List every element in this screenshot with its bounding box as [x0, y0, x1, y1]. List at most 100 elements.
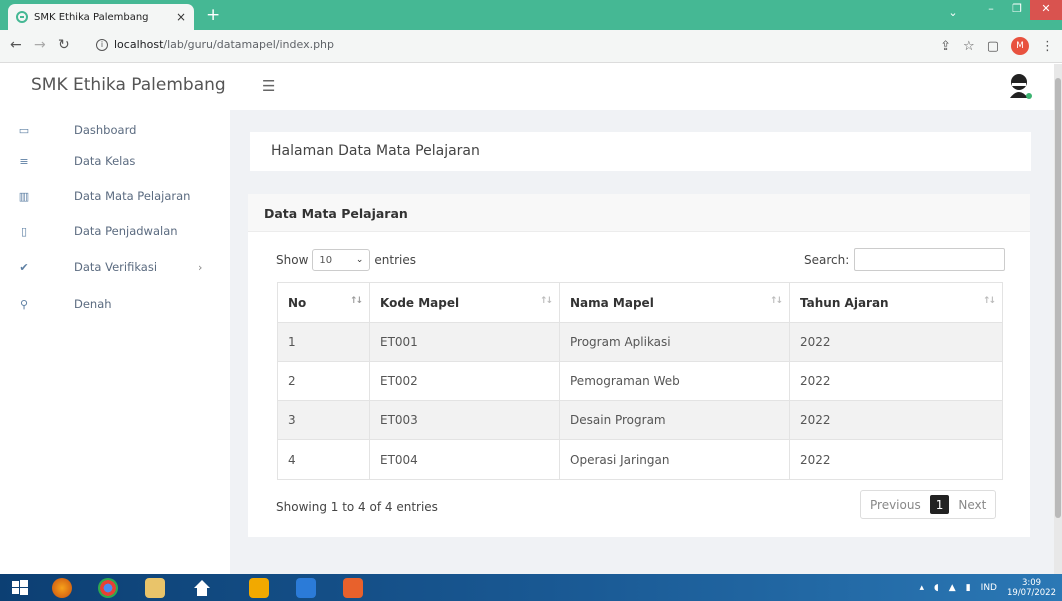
side-panel-icon[interactable]: ▢ — [987, 39, 999, 54]
sidebar-item-dashboard[interactable]: ▭ Dashboard — [0, 116, 230, 144]
cell-no: 4 — [278, 440, 370, 479]
sidebar-item-data-mata-pelajaran[interactable]: ▥ Data Mata Pelajaran — [0, 182, 230, 210]
input-language[interactable]: IND — [981, 583, 997, 593]
cell-kode-mapel: ET003 — [370, 401, 560, 439]
reload-icon[interactable]: ↻ — [58, 37, 70, 53]
cell-nama-mapel: Operasi Jaringan — [560, 440, 790, 479]
page-title: Halaman Data Mata Pelajaran — [271, 143, 480, 159]
browser-toolbar: ⇪ ☆ ▢ M ⋮ — [940, 37, 1054, 55]
brand-title[interactable]: SMK Ethika Palembang — [31, 75, 226, 95]
clock-time: 3:09 — [1021, 578, 1042, 588]
map-pin-icon: ⚲ — [19, 297, 29, 311]
bookmark-star-icon[interactable]: ☆ — [963, 39, 975, 54]
book-icon: ▥ — [18, 189, 30, 203]
tab-title: SMK Ethika Palembang — [34, 11, 149, 23]
column-header-tahun-ajaran[interactable]: Tahun Ajaran ↑↓ — [790, 283, 1002, 322]
xampp-icon[interactable] — [343, 578, 363, 598]
cell-no: 2 — [278, 362, 370, 400]
media-player-icon[interactable] — [296, 578, 316, 598]
tab-close-icon[interactable]: × — [176, 10, 186, 24]
previous-button[interactable]: Previous — [861, 491, 930, 518]
card-header: Data Mata Pelajaran — [248, 194, 1030, 232]
page-1-button[interactable]: 1 — [929, 495, 950, 514]
search-input[interactable] — [854, 248, 1006, 271]
sidebar: ▭ Dashboard ≡ Data Kelas ▥ Data Mata Pel… — [0, 110, 230, 574]
table-row: 4 ET004 Operasi Jaringan 2022 — [278, 440, 1002, 479]
table-info: Showing 1 to 4 of 4 entries — [276, 500, 438, 514]
sidebar-item-data-kelas[interactable]: ≡ Data Kelas — [0, 147, 230, 175]
minimize-icon[interactable]: – — [978, 0, 1004, 20]
close-window-icon[interactable]: ✕ — [1030, 0, 1062, 20]
browser-tabbar: SMK Ethika Palembang × + ⌄ – ❐ ✕ — [0, 0, 1062, 30]
maximize-icon[interactable]: ❐ — [1004, 0, 1030, 20]
cell-nama-mapel: Pemograman Web — [560, 362, 790, 400]
next-button[interactable]: Next — [949, 491, 995, 518]
browser-tab[interactable]: SMK Ethika Palembang × — [8, 4, 194, 30]
sidebar-item-data-verifikasi[interactable]: ✔ Data Verifikasi › — [0, 253, 230, 281]
site-info-icon[interactable]: i — [96, 38, 108, 51]
cell-tahun-ajaran: 2022 — [800, 452, 831, 467]
cell-kode-mapel: ET002 — [370, 362, 560, 400]
sidebar-item-label: Denah — [74, 297, 112, 311]
cell-tahun-ajaran: 2022 — [800, 413, 831, 427]
sort-icon: ↑↓ — [982, 296, 996, 306]
sidebar-item-data-penjadwalan[interactable]: ▯ Data Penjadwalan — [0, 217, 230, 245]
cell-no: 3 — [278, 401, 370, 439]
page-header: Halaman Data Mata Pelajaran — [250, 132, 1031, 171]
network-icon[interactable]: ▲ — [949, 583, 956, 593]
window-controls: ⌄ – ❐ ✕ — [940, 0, 1062, 22]
web-page: SMK Ethika Palembang ☰ ▭ Dashboard ≡ Dat… — [0, 64, 1062, 574]
card-title: Data Mata Pelajaran — [264, 206, 408, 221]
share-icon[interactable]: ⇪ — [940, 39, 951, 54]
home-icon[interactable] — [192, 578, 212, 598]
user-avatar-icon[interactable] — [1008, 72, 1032, 100]
profile-avatar[interactable]: M — [1011, 37, 1029, 55]
show-label: Show — [276, 253, 309, 267]
file-icon: ▯ — [20, 224, 28, 238]
menu-toggle-icon[interactable]: ☰ — [262, 77, 275, 95]
column-header-kode-mapel[interactable]: Kode Mapel ↑↓ — [370, 283, 560, 322]
table-row: 1 ET001 Program Aplikasi 2022 — [278, 323, 1002, 362]
chrome-icon[interactable] — [98, 578, 118, 598]
scrollbar-thumb[interactable] — [1055, 78, 1061, 518]
column-header-label: Tahun Ajaran — [800, 295, 889, 310]
clock-date: 19/07/2022 — [1007, 588, 1056, 598]
address-bar: ← → ↻ i localhost/lab/guru/datamapel/ind… — [0, 30, 1062, 63]
url-field[interactable]: i localhost/lab/guru/datamapel/index.php — [96, 38, 334, 51]
firefox-icon[interactable] — [52, 578, 72, 598]
tab-search-chevron-icon[interactable]: ⌄ — [940, 4, 966, 24]
list-icon: ≡ — [19, 154, 29, 168]
column-header-no[interactable]: No ↑↓ — [278, 283, 370, 322]
system-clock[interactable]: 3:09 19/07/2022 — [1007, 578, 1056, 598]
column-header-label: Nama Mapel — [570, 295, 654, 310]
sidebar-item-denah[interactable]: ⚲ Denah — [0, 290, 230, 318]
url-path: /lab/guru/datamapel/index.php — [163, 38, 335, 51]
pagination: Previous 1 Next — [860, 490, 997, 519]
table-row: 3 ET003 Desain Program 2022 — [278, 401, 1002, 440]
file-explorer-icon[interactable] — [145, 578, 165, 598]
browser-menu-icon[interactable]: ⋮ — [1041, 39, 1054, 54]
data-card: Data Mata Pelajaran Show 10 ⌄ entries Se… — [248, 194, 1030, 537]
entries-select[interactable]: 10 ⌄ — [312, 249, 371, 271]
search-label: Search: — [804, 252, 850, 267]
top-navbar: SMK Ethika Palembang ☰ — [0, 64, 1062, 110]
battery-icon[interactable]: ▮ — [966, 583, 971, 593]
speaker-icon[interactable]: ◖ — [934, 583, 939, 593]
forward-arrow-icon[interactable]: → — [34, 37, 46, 53]
tray-arrow-icon[interactable]: ▴ — [920, 583, 925, 593]
cell-tahun-ajaran: 2022 — [800, 335, 831, 349]
table-header-row: No ↑↓ Kode Mapel ↑↓ Nama Mapel ↑↓ Tahun Aja… — [278, 283, 1002, 323]
sort-icon: ↑↓ — [769, 296, 783, 306]
column-header-nama-mapel[interactable]: Nama Mapel ↑↓ — [560, 283, 790, 322]
search-control: Search: — [804, 248, 1006, 271]
entries-value: 10 — [319, 254, 333, 266]
app-icon[interactable] — [249, 578, 269, 598]
system-tray: ▴ ◖ ▲ ▮ IND 3:09 19/07/2022 — [920, 578, 1056, 598]
page-scrollbar[interactable] — [1054, 64, 1062, 574]
sort-icon: ↑↓ — [349, 296, 363, 306]
new-tab-icon[interactable]: + — [206, 5, 220, 25]
windows-start-icon[interactable] — [10, 578, 30, 598]
sidebar-item-label: Data Penjadwalan — [74, 224, 178, 238]
cell-kode-mapel: ET004 — [370, 440, 560, 479]
back-arrow-icon[interactable]: ← — [10, 37, 22, 53]
